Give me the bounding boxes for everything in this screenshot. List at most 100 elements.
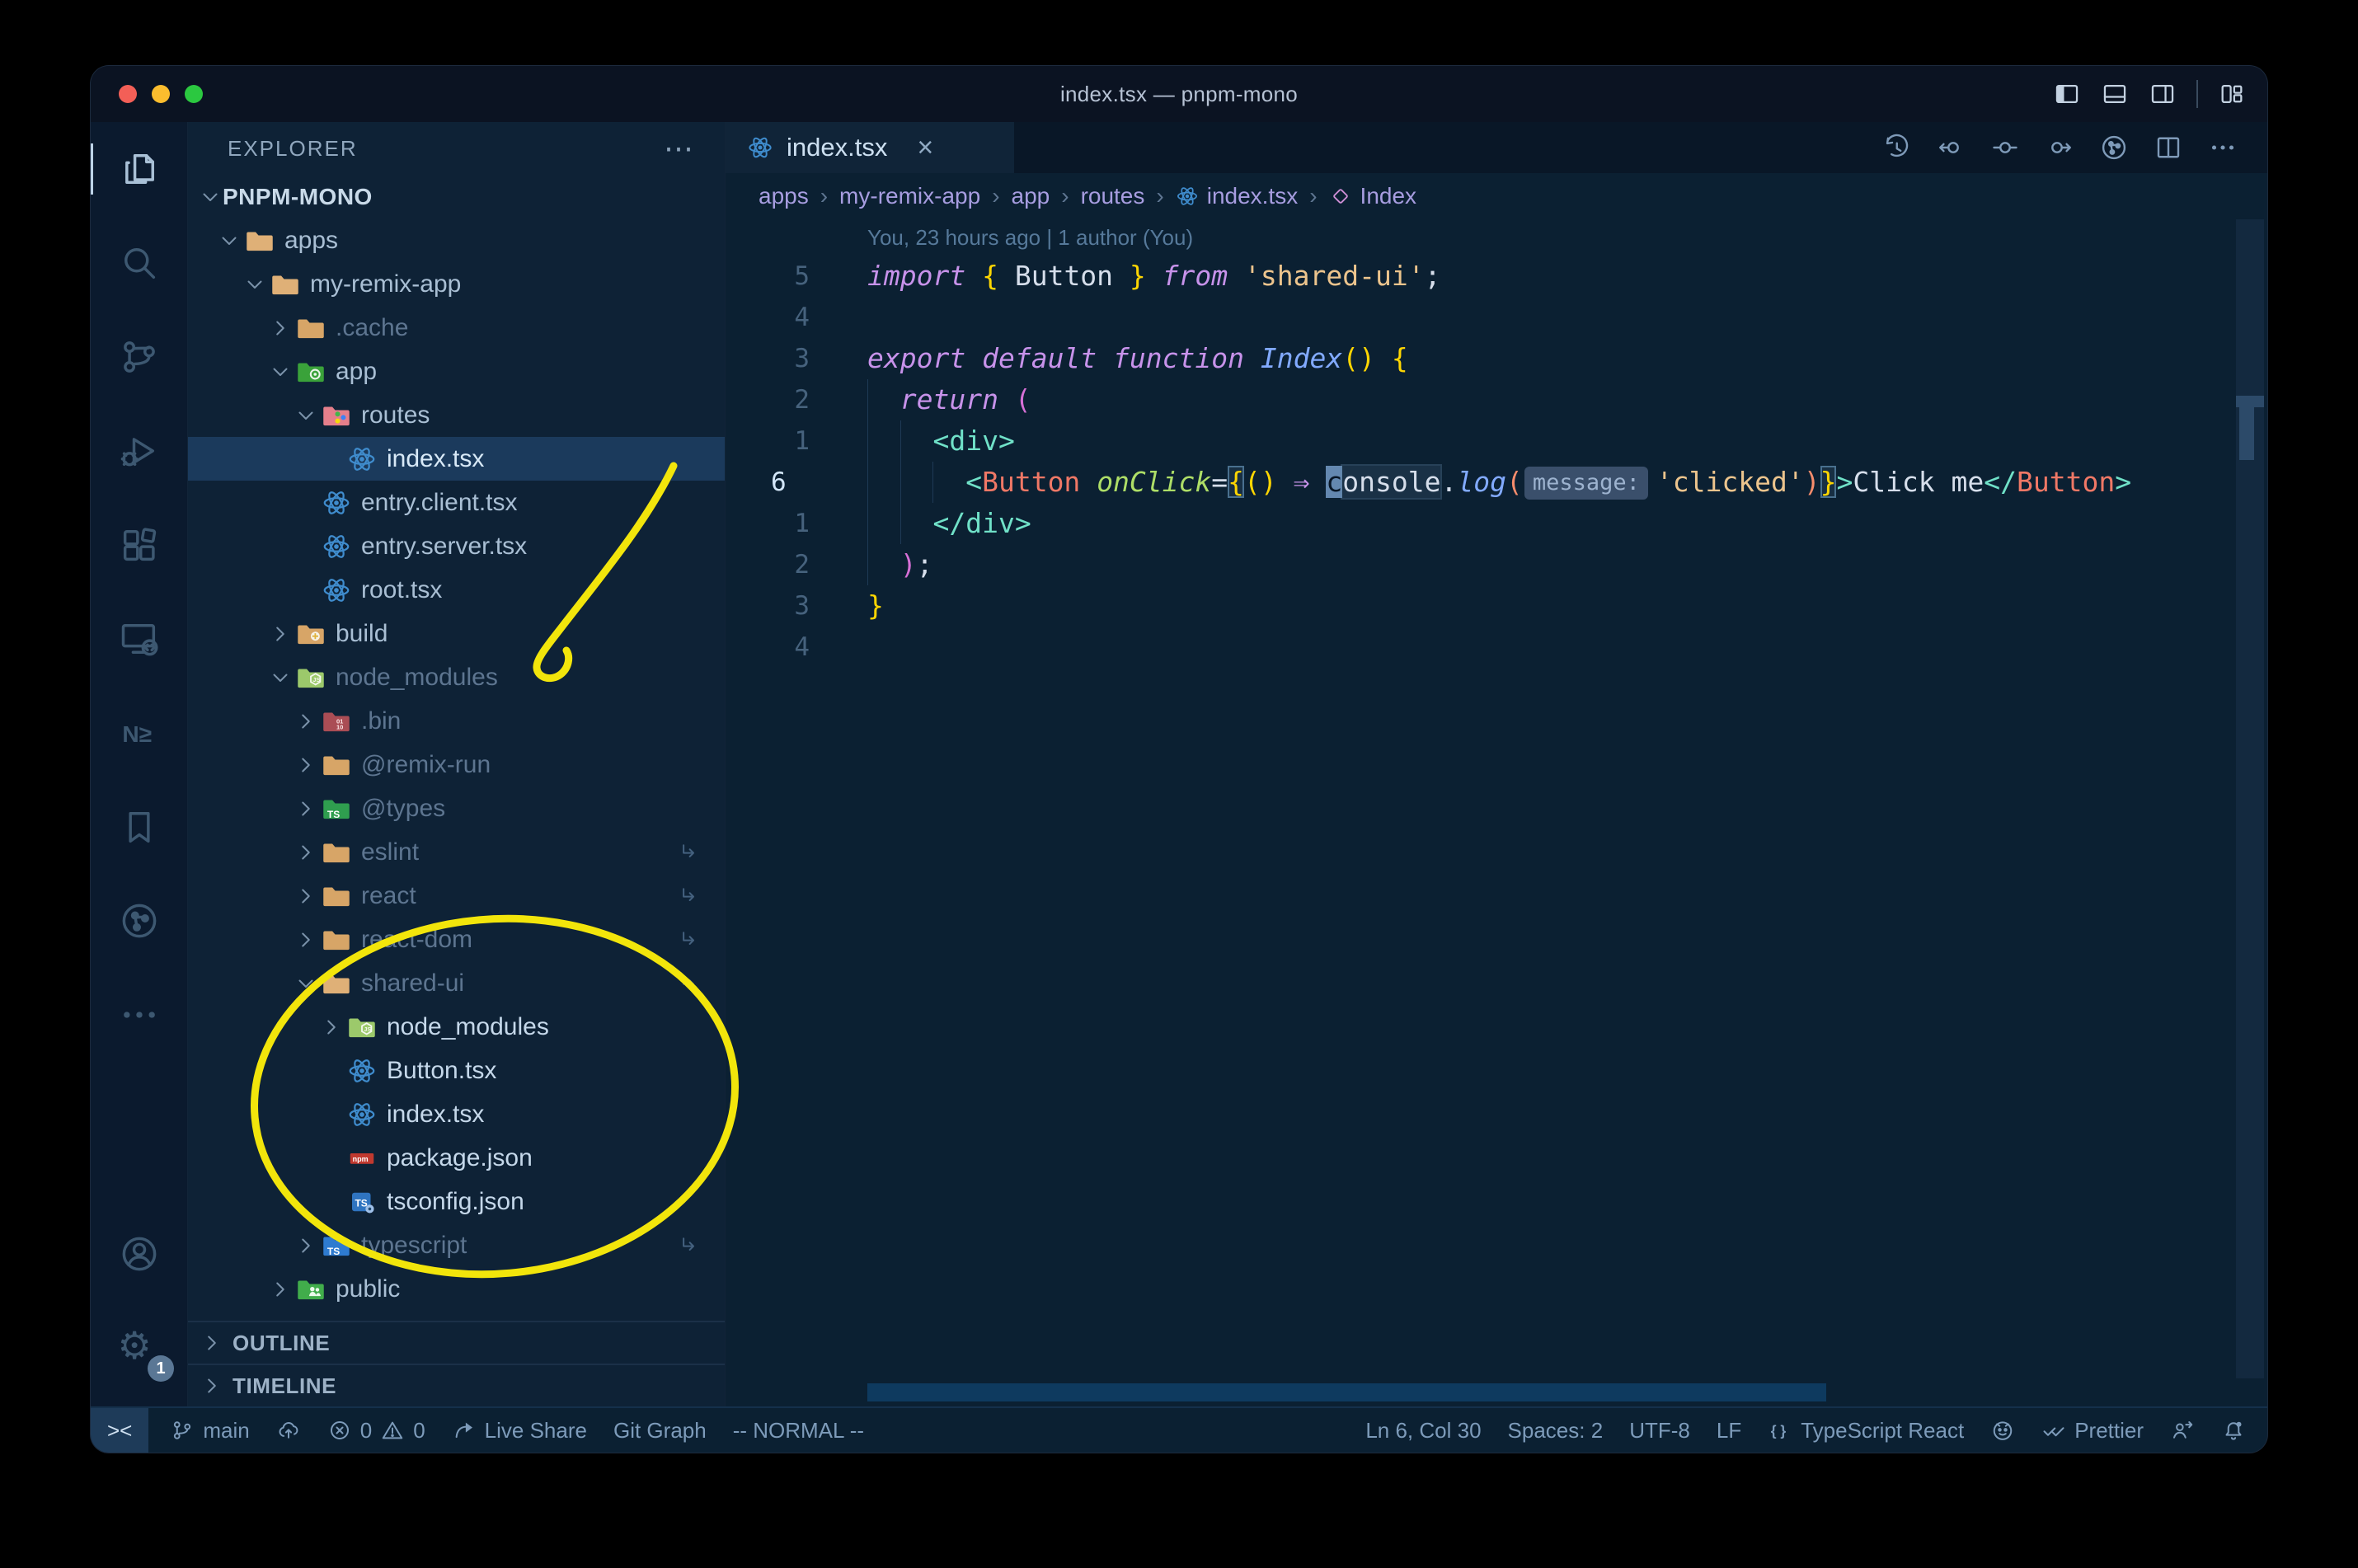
next-change-icon[interactable]: [2045, 133, 2074, 162]
breadcrumb-item-routes[interactable]: routes: [1081, 183, 1145, 209]
tree-item-tsconfig-json[interactable]: TS tsconfig.json: [188, 1180, 725, 1223]
zoom-window-button[interactable]: [185, 85, 203, 103]
split-editor-icon[interactable]: [2154, 133, 2183, 162]
tree-item-typescript[interactable]: TS typescript: [188, 1223, 725, 1267]
activity-item-explorer[interactable]: [91, 122, 187, 216]
status-item-cursor-position[interactable]: Ln 6, Col 30: [1352, 1408, 1494, 1453]
status-item-vim-mode[interactable]: -- NORMAL --: [720, 1408, 877, 1453]
timeline-section-header[interactable]: TIMELINE: [188, 1364, 725, 1406]
tree-item--types[interactable]: TS @types: [188, 786, 725, 830]
codelens-blame[interactable]: You, 23 hours ago | 1 author (You): [726, 219, 2267, 256]
layout-sidebar-right-icon[interactable]: [2149, 80, 2177, 108]
activity-item-accounts[interactable]: [91, 1207, 187, 1301]
tree-item-apps[interactable]: apps: [188, 218, 725, 262]
git-graph-icon[interactable]: [2099, 133, 2129, 162]
status-item-language-mode[interactable]: { } TypeScript React: [1754, 1408, 1977, 1453]
tree-item-app[interactable]: app: [188, 350, 725, 393]
tree-item-react-dom[interactable]: react-dom: [188, 918, 725, 961]
status-item-git-graph[interactable]: Git Graph: [600, 1408, 720, 1453]
tree-item-entry-client-tsx[interactable]: entry.client.tsx: [188, 481, 725, 524]
tree-item-shared-ui[interactable]: shared-ui: [188, 961, 725, 1005]
tree-item-index-tsx[interactable]: index.tsx: [188, 437, 725, 481]
settings-badge: 1: [148, 1355, 174, 1382]
status-item-remote-indicator[interactable]: ><: [91, 1408, 149, 1453]
layout-sidebar-left-icon[interactable]: [2053, 80, 2081, 108]
minimap-slider[interactable]: [2236, 396, 2264, 460]
tree-root-pnpm-mono[interactable]: PNPM-MONO: [188, 175, 725, 218]
status-item-label: ><: [107, 1417, 133, 1443]
activity-item-run-debug[interactable]: [91, 404, 187, 498]
status-item-eol[interactable]: LF: [1703, 1408, 1754, 1453]
tree-item-node-modules[interactable]: JS node_modules: [188, 1005, 725, 1049]
chevron-down-icon: [268, 665, 293, 690]
tree-item-react[interactable]: react: [188, 874, 725, 918]
tree-item-build[interactable]: build: [188, 612, 725, 655]
history-icon[interactable]: [1881, 133, 1911, 162]
code-line: 5 import { Button } from 'shared-ui';: [726, 256, 2267, 297]
code-line: 6 <Button onClick={() ⇒ console.log(mess…: [726, 462, 2267, 503]
activity-item-search[interactable]: [91, 216, 187, 310]
chevron-placeholder: [294, 491, 318, 515]
layout-customize-icon[interactable]: [2218, 80, 2246, 108]
window-controls: [119, 66, 203, 122]
activity-item-settings[interactable]: ⚙ 1: [91, 1301, 187, 1395]
status-item-live-share[interactable]: Live Share: [439, 1408, 600, 1453]
tree-item-eslint[interactable]: eslint: [188, 830, 725, 874]
tree-item-public[interactable]: public: [188, 1267, 725, 1311]
breadcrumb-item-app[interactable]: app: [1012, 183, 1050, 209]
status-item-problems[interactable]: 00: [314, 1408, 439, 1453]
tree-item-routes[interactable]: routes: [188, 393, 725, 437]
change-icon[interactable]: [1990, 133, 2020, 162]
outline-section-header[interactable]: OUTLINE: [188, 1321, 725, 1364]
svg-text:N≥: N≥: [122, 721, 152, 747]
status-item-sync-changes[interactable]: [263, 1408, 314, 1453]
cloud-upload-icon: [276, 1418, 301, 1443]
chevron-down-icon: [294, 971, 318, 996]
activity-item-source-control[interactable]: [91, 310, 187, 404]
activity-item-bookmarks[interactable]: [91, 780, 187, 874]
minimize-window-button[interactable]: [152, 85, 170, 103]
tree-item-node-modules[interactable]: JS node_modules: [188, 655, 725, 699]
breadcrumb-item-apps[interactable]: apps: [759, 183, 809, 209]
horizontal-scrollbar[interactable]: [867, 1383, 1826, 1401]
tree-item-index-tsx[interactable]: index.tsx: [188, 1092, 725, 1136]
tree-item-package-json[interactable]: npm package.json: [188, 1136, 725, 1180]
breadcrumb-item-index[interactable]: Index: [1329, 183, 1416, 209]
activity-item-extensions[interactable]: [91, 498, 187, 592]
status-item-encoding[interactable]: UTF-8: [1616, 1408, 1703, 1453]
tree-item-my-remix-app[interactable]: my-remix-app: [188, 262, 725, 306]
status-item-github[interactable]: [1977, 1408, 2028, 1453]
prev-change-icon[interactable]: [1936, 133, 1966, 162]
breadcrumb-item-my-remix-app[interactable]: my-remix-app: [839, 183, 980, 209]
tree-item--remix-run[interactable]: @remix-run: [188, 743, 725, 786]
activity-item-git-graph[interactable]: [91, 874, 187, 968]
layout-panel-icon[interactable]: [2101, 80, 2129, 108]
status-item-indentation[interactable]: Spaces: 2: [1495, 1408, 1617, 1453]
activity-item-nx-console[interactable]: N≥: [91, 686, 187, 780]
status-item-git-branch[interactable]: main: [157, 1408, 262, 1453]
chevron-down-icon: [198, 185, 223, 209]
activity-item-more-views[interactable]: [91, 968, 187, 1062]
status-item-feedback[interactable]: [2157, 1408, 2208, 1453]
status-item-notifications[interactable]: [2208, 1408, 2259, 1453]
sidebar-sections: OUTLINE TIMELINE: [188, 1321, 725, 1406]
code-editor[interactable]: You, 23 hours ago | 1 author (You) 5 impo…: [726, 219, 2267, 1406]
close-window-button[interactable]: [119, 85, 137, 103]
activity-item-remote-explorer[interactable]: [91, 592, 187, 686]
close-tab-button[interactable]: ×: [917, 132, 933, 164]
status-item-prettier[interactable]: Prettier: [2028, 1408, 2157, 1453]
tree-item-label: node_modules: [387, 1012, 549, 1040]
code-line-text: );: [833, 544, 933, 585]
breadcrumb-item-index-tsx[interactable]: index.tsx: [1176, 183, 1298, 209]
ellipsis-icon[interactable]: [2208, 133, 2238, 162]
double-check-icon: [2041, 1418, 2066, 1443]
tree-item--bin[interactable]: 01 10 .bin: [188, 699, 725, 743]
tree-item-button-tsx[interactable]: Button.tsx: [188, 1049, 725, 1092]
line-number: 2: [794, 550, 810, 580]
tree-item--cache[interactable]: .cache: [188, 306, 725, 350]
tab-index-tsx[interactable]: index.tsx ×: [726, 122, 1014, 173]
tree-item-entry-server-tsx[interactable]: entry.server.tsx: [188, 524, 725, 568]
tree-item-root-tsx[interactable]: root.tsx: [188, 568, 725, 612]
minimap[interactable]: [2236, 219, 2264, 1378]
svg-text:{ }: { }: [1771, 1422, 1787, 1439]
